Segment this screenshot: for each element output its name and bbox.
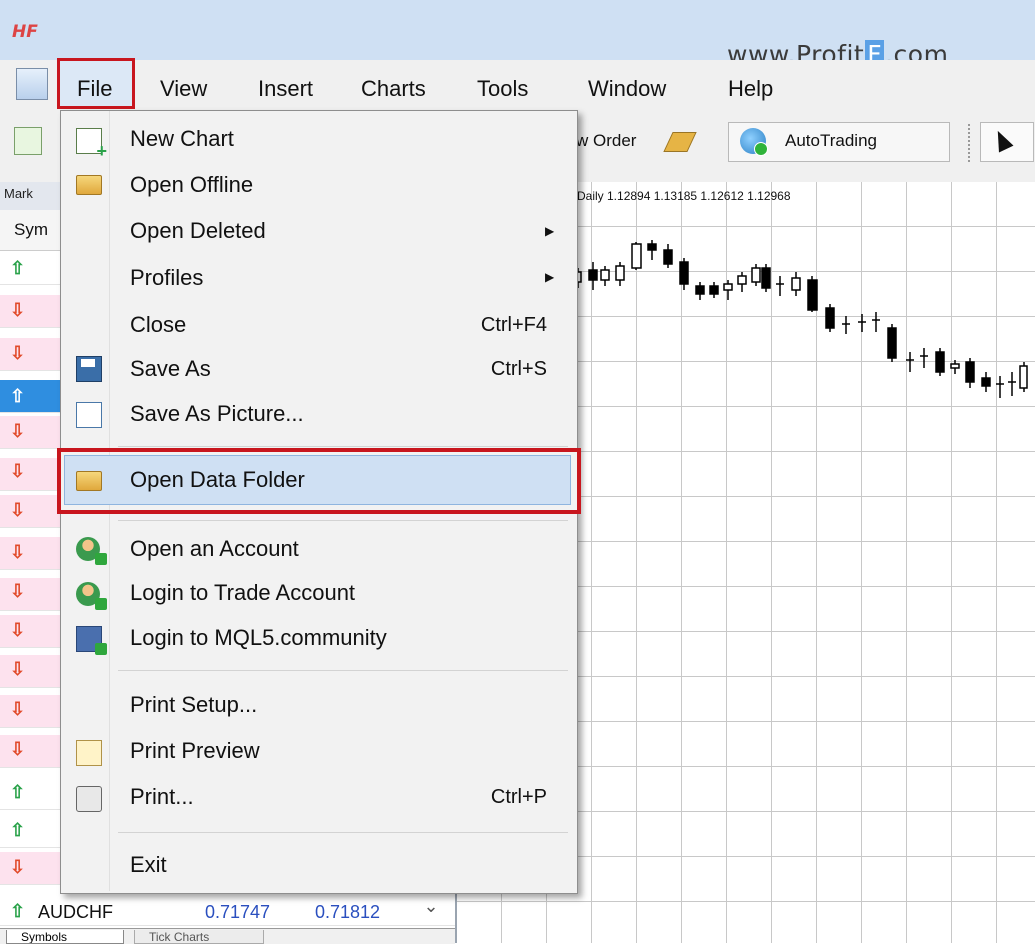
submenu-arrow-icon: ▶ bbox=[545, 224, 555, 238]
menu-item-print-setup[interactable]: Print Setup... bbox=[130, 692, 257, 718]
menu-item-new-chart[interactable]: New Chart bbox=[130, 126, 234, 152]
menu-separator bbox=[118, 520, 568, 521]
menu-item-profiles[interactable]: Profiles bbox=[130, 265, 203, 291]
menu-item-open-offline[interactable]: Open Offline bbox=[130, 172, 253, 198]
mql5-login-icon bbox=[76, 626, 107, 655]
print-preview-icon bbox=[76, 740, 102, 766]
printer-icon bbox=[76, 786, 102, 812]
open-data-folder-highlight bbox=[57, 448, 581, 514]
login-trade-account-icon bbox=[76, 582, 107, 610]
submenu-arrow-icon: ▶ bbox=[545, 270, 555, 284]
menu-item-print-preview[interactable]: Print Preview bbox=[130, 738, 260, 764]
open-offline-folder-icon bbox=[76, 175, 102, 195]
menu-item-close[interactable]: Close bbox=[130, 312, 186, 338]
print-shortcut: Ctrl+P bbox=[490, 786, 547, 808]
menu-item-open-deleted[interactable]: Open Deleted bbox=[130, 218, 266, 244]
save-as-shortcut: Ctrl+S bbox=[490, 358, 547, 380]
close-shortcut: Ctrl+F4 bbox=[480, 314, 547, 336]
menu-item-save-as[interactable]: Save As bbox=[130, 356, 211, 382]
menu-item-open-account[interactable]: Open an Account bbox=[130, 536, 299, 562]
menu-separator bbox=[118, 670, 568, 671]
menu-item-exit[interactable]: Exit bbox=[130, 852, 167, 878]
menu-item-print[interactable]: Print... bbox=[130, 784, 194, 810]
save-floppy-icon bbox=[76, 356, 102, 382]
menu-item-login-trade-account[interactable]: Login to Trade Account bbox=[130, 580, 355, 606]
menu-separator bbox=[118, 446, 568, 447]
menu-separator bbox=[118, 832, 568, 833]
menu-item-save-as-picture[interactable]: Save As Picture... bbox=[130, 401, 304, 427]
new-chart-icon bbox=[76, 128, 107, 162]
menu-item-login-mql5[interactable]: Login to MQL5.community bbox=[130, 625, 387, 651]
open-account-user-icon bbox=[76, 537, 107, 565]
save-picture-icon bbox=[76, 402, 102, 428]
